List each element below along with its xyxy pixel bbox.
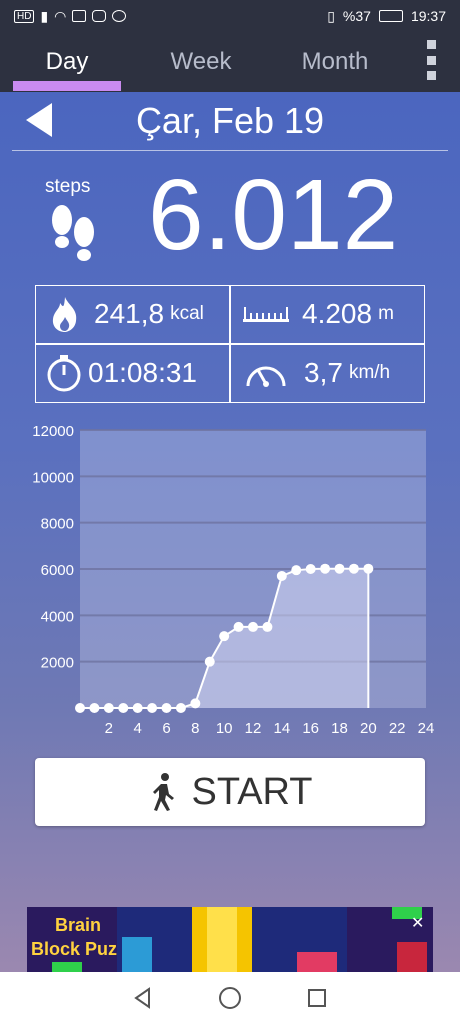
x-tick-label: 2 [105,720,113,737]
x-tick-label: 14 [273,720,290,737]
chart-point [147,703,158,713]
stats-grid: 241,8 kcal 4.208 m 01:08:31 3,7 km/h [35,285,425,403]
vibrate-icon: ▯ [327,7,335,24]
x-tick-label: 16 [302,720,319,737]
instagram-icon [92,10,107,22]
steps-chart: 200040006000800010000120002 4 6 8 10 12 14 16 18… [32,423,435,737]
date-title: Çar, Feb 19 [135,100,325,141]
flame-icon [52,297,77,332]
chart-point [291,565,302,576]
ad-title-line2: Block Puz [31,939,118,959]
x-tick-label: 12 [245,720,262,737]
ad-close-icon[interactable]: ✕ [411,913,424,933]
chart-point [103,703,114,713]
x-tick-label: 22 [389,720,406,737]
tab-week[interactable]: Week [134,32,268,92]
system-nav-bar [0,972,460,1024]
chart-point [276,570,287,581]
chart-point [132,703,143,713]
x-tick-label: 4 [133,720,141,737]
back-arrow-icon[interactable] [26,103,52,137]
y-tick-label: 4000 [41,608,74,625]
chart-point [175,703,186,713]
chart-point [348,563,359,574]
x-tick-label: 10 [216,720,233,737]
chart-point [204,656,215,667]
tab-month[interactable]: Month [268,32,402,92]
hd-badge: HD [14,9,35,23]
mail-icon [72,10,87,22]
nav-recents-icon[interactable] [306,987,328,1009]
x-tick-label: 20 [360,720,377,737]
ad-banner[interactable]: Brain Block Puz ✕ [27,907,433,972]
steps-label: steps [45,176,91,197]
distance-unit: m [378,303,394,324]
chart-point [89,703,100,713]
y-tick-label: 8000 [41,516,74,533]
battery-percent: %37 [342,8,371,24]
speed-unit: km/h [348,362,391,383]
nav-home-icon[interactable] [218,986,242,1010]
active-tab-indicator [13,81,121,91]
walking-person-icon [153,773,175,811]
ad-title-line1: Brain [55,915,102,935]
chart-point [161,703,172,713]
chart-point [233,621,244,632]
chart-point [262,621,273,632]
overflow-menu-icon[interactable] [420,40,442,80]
start-button[interactable]: START [35,758,425,826]
chart-point [334,563,345,574]
steps-count: 6.012 [148,159,399,271]
divider [12,150,448,151]
clock: 19:37 [410,8,446,24]
nav-back-icon[interactable] [132,987,154,1009]
chart-point [248,621,258,632]
chart-point [320,563,331,574]
chart-point [305,564,316,574]
battery-icon [378,10,403,22]
y-tick-label: 10000 [32,469,74,486]
signal-icon: ▮ [40,7,49,24]
x-tick-label: 8 [191,720,199,737]
x-tick-label: 18 [331,720,348,737]
chart-point [118,703,129,713]
chart-point [363,563,374,574]
footprints-icon [52,205,94,261]
chart-point [190,698,201,709]
y-tick-label: 12000 [32,423,74,440]
speed-value: 3,7 [304,357,343,388]
ruler-icon [243,307,289,322]
calories-value: 241,8 [94,298,165,329]
distance-value: 4.208 [302,298,373,329]
x-tick-label: 24 [418,720,435,737]
stopwatch-icon [47,355,81,392]
calories-unit: kcal [170,303,204,324]
y-tick-label: 6000 [41,562,74,579]
x-tick-label: 6 [162,720,170,737]
status-bar: HD ▮ ◠ ▯ %37 19:37 [0,0,460,32]
speedometer-icon [246,366,286,387]
y-tick-label: 2000 [41,655,74,672]
chart-point [219,631,230,642]
wifi-icon: ◠ [54,7,67,24]
duration-value: 01:08:31 [88,357,197,388]
start-button-label: START [191,770,313,813]
whatsapp-icon [112,10,127,22]
chart-point [75,703,85,713]
